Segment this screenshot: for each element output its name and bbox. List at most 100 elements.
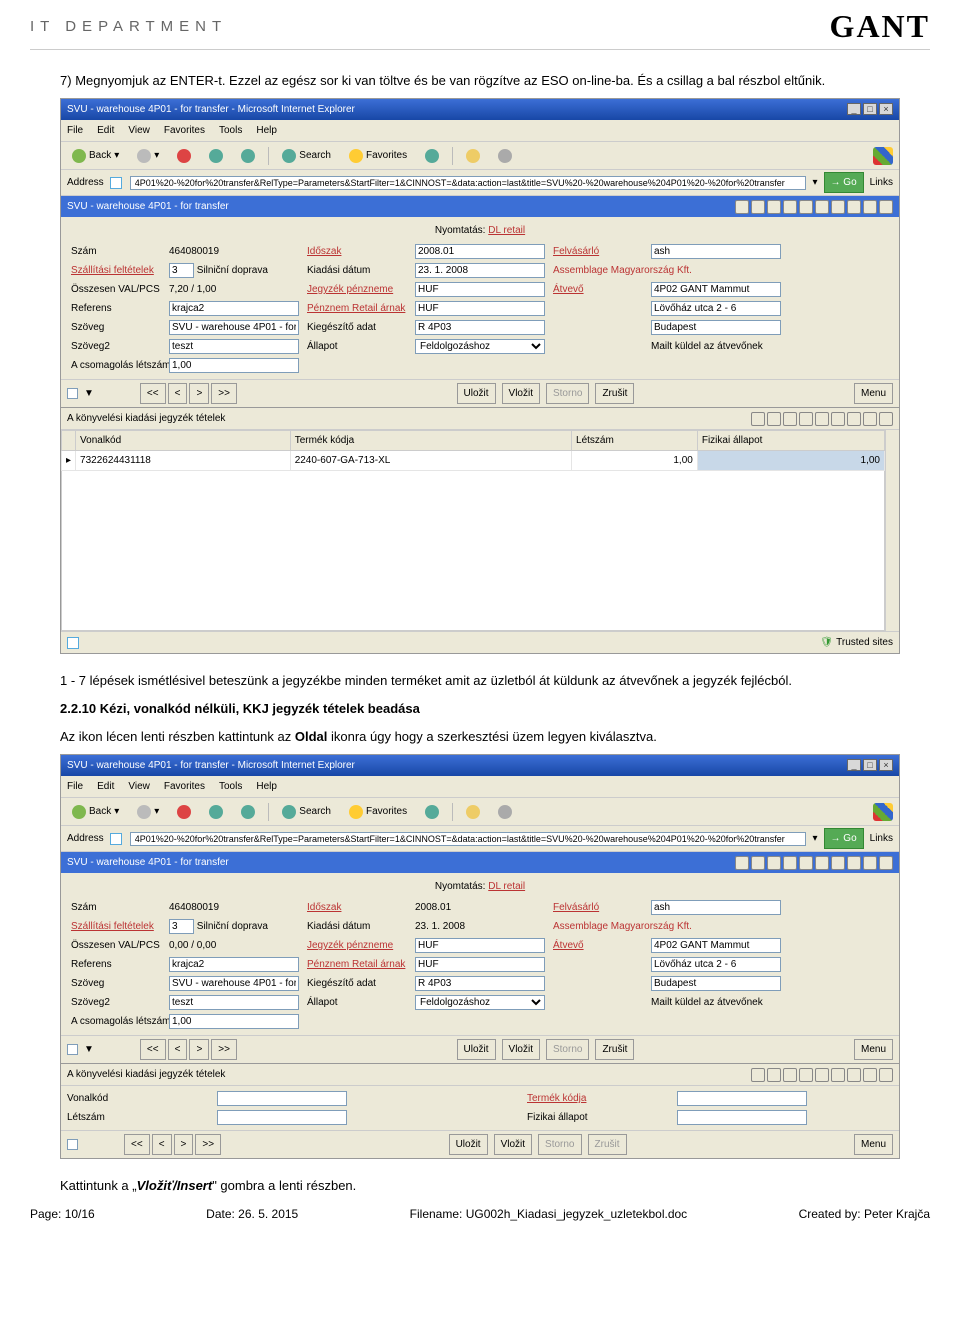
tool-icon[interactable]	[767, 200, 781, 214]
tool-icon[interactable]	[783, 200, 797, 214]
menu-tools[interactable]: Tools	[219, 778, 242, 795]
th-termek[interactable]: Termék kódja	[290, 431, 571, 451]
back-button[interactable]: Back ▾	[67, 145, 124, 166]
inp-ref[interactable]	[169, 957, 299, 972]
lbl-penz[interactable]: Pénznem Retail árnak	[307, 300, 407, 317]
checkbox[interactable]	[67, 388, 78, 399]
menu-favorites[interactable]: Favorites	[164, 122, 205, 139]
lbl-felvasarlo[interactable]: Felvásárló	[553, 899, 643, 916]
inp-atvevo3[interactable]	[651, 976, 781, 991]
vlozit-button[interactable]: Vložit	[502, 383, 540, 404]
tool-icon[interactable]	[863, 856, 877, 870]
tool-icon[interactable]	[847, 200, 861, 214]
menu-button[interactable]: Menu	[854, 1039, 893, 1060]
tool-icon[interactable]	[751, 856, 765, 870]
tool-icon[interactable]	[751, 200, 765, 214]
maximize-icon[interactable]: □	[863, 103, 877, 115]
inp-atvevo3[interactable]	[651, 320, 781, 335]
menu-view[interactable]: View	[128, 778, 150, 795]
zrusit-button[interactable]: Zrušit	[588, 1134, 627, 1155]
tool-icon[interactable]	[735, 200, 749, 214]
tool-icon[interactable]	[767, 412, 781, 426]
tool-icon[interactable]	[863, 200, 877, 214]
print-button[interactable]	[493, 147, 517, 165]
pager-next[interactable]: >	[189, 383, 209, 404]
menu-file[interactable]: File	[67, 122, 83, 139]
go-button[interactable]: → Go	[824, 172, 864, 193]
tool-icon[interactable]	[799, 200, 813, 214]
menu-file[interactable]: File	[67, 778, 83, 795]
table-row[interactable]: ▸ 7322624431118 2240-607-GA-713-XL 1,00 …	[62, 451, 885, 471]
print-link[interactable]: DL retail	[488, 881, 525, 892]
inp-szall-code[interactable]	[169, 263, 194, 278]
inp-szoveg[interactable]	[169, 976, 299, 991]
inp-szoveg[interactable]	[169, 320, 299, 335]
tool-icon[interactable]	[815, 1068, 829, 1082]
pager-next[interactable]: >	[174, 1134, 194, 1155]
pager-last[interactable]: >>	[195, 1134, 221, 1155]
tool-icon[interactable]	[815, 412, 829, 426]
inp-atvevo2[interactable]	[651, 301, 781, 316]
tool-icon[interactable]	[767, 1068, 781, 1082]
checkbox[interactable]	[67, 1139, 78, 1150]
inp-penz[interactable]	[415, 301, 545, 316]
inp-csom[interactable]	[169, 358, 299, 373]
tool-icon[interactable]	[831, 1068, 845, 1082]
print-link[interactable]: DL retail	[488, 225, 525, 236]
history-button[interactable]	[420, 147, 444, 165]
inp-vonalkod[interactable]	[217, 1091, 347, 1106]
refresh-button[interactable]	[204, 147, 228, 165]
menu-tools[interactable]: Tools	[219, 122, 242, 139]
menu-view[interactable]: View	[128, 122, 150, 139]
inp-kieg[interactable]	[415, 976, 545, 991]
tool-icon[interactable]	[847, 412, 861, 426]
tool-icon[interactable]	[847, 1068, 861, 1082]
vlozit-button[interactable]: Vložit	[502, 1039, 540, 1060]
search-button[interactable]: Search	[277, 801, 336, 822]
close-icon[interactable]: ×	[879, 759, 893, 771]
inp-szall-code[interactable]	[169, 919, 194, 934]
ulozit-button[interactable]: Uložit	[449, 1134, 488, 1155]
tool-icon[interactable]	[879, 856, 893, 870]
inp-fizikai[interactable]	[677, 1110, 807, 1125]
storno-button[interactable]: Storno	[546, 383, 589, 404]
menu-favorites[interactable]: Favorites	[164, 778, 205, 795]
pager-last[interactable]: >>	[211, 1039, 237, 1060]
history-button[interactable]	[420, 803, 444, 821]
pager-prev[interactable]: <	[168, 383, 188, 404]
close-icon[interactable]: ×	[879, 103, 893, 115]
minimize-icon[interactable]: _	[847, 759, 861, 771]
sel-allapot[interactable]: Feldolgozáshoz	[415, 995, 545, 1010]
links-label[interactable]: Links	[870, 830, 893, 847]
inp-szoveg2[interactable]	[169, 339, 299, 354]
th-vonalkod[interactable]: Vonalkód	[76, 431, 291, 451]
inp-csom[interactable]	[169, 1014, 299, 1029]
inp-szoveg2[interactable]	[169, 995, 299, 1010]
pager-first[interactable]: <<	[140, 1039, 166, 1060]
tool-icon[interactable]	[751, 412, 765, 426]
tool-icon[interactable]	[799, 412, 813, 426]
tool-icon[interactable]	[831, 412, 845, 426]
mail-button[interactable]	[461, 803, 485, 821]
inp-kiad[interactable]	[415, 263, 545, 278]
tool-icon[interactable]	[767, 856, 781, 870]
print-button[interactable]	[493, 803, 517, 821]
ulozit-button[interactable]: Uložit	[457, 383, 496, 404]
tool-icon[interactable]	[815, 856, 829, 870]
lbl-jegyzek[interactable]: Jegyzék pénzneme	[307, 937, 407, 954]
vlozit-button[interactable]: Vložit	[494, 1134, 532, 1155]
forward-button[interactable]: ▾	[132, 145, 164, 166]
lbl-atvevo[interactable]: Átvevő	[553, 281, 643, 298]
tool-icon[interactable]	[879, 200, 893, 214]
inp-ref[interactable]	[169, 301, 299, 316]
inp-atvevo[interactable]	[651, 282, 781, 297]
inp-jegyzek[interactable]	[415, 282, 545, 297]
lbl-idoszak[interactable]: Időszak	[307, 243, 407, 260]
storno-button[interactable]: Storno	[546, 1039, 589, 1060]
stop-button[interactable]	[172, 803, 196, 821]
lbl-szall[interactable]: Szállítási feltételek	[71, 918, 161, 935]
pager-next[interactable]: >	[189, 1039, 209, 1060]
inp-letszam[interactable]	[217, 1110, 347, 1125]
home-button[interactable]	[236, 803, 260, 821]
menu-button[interactable]: Menu	[854, 1134, 893, 1155]
